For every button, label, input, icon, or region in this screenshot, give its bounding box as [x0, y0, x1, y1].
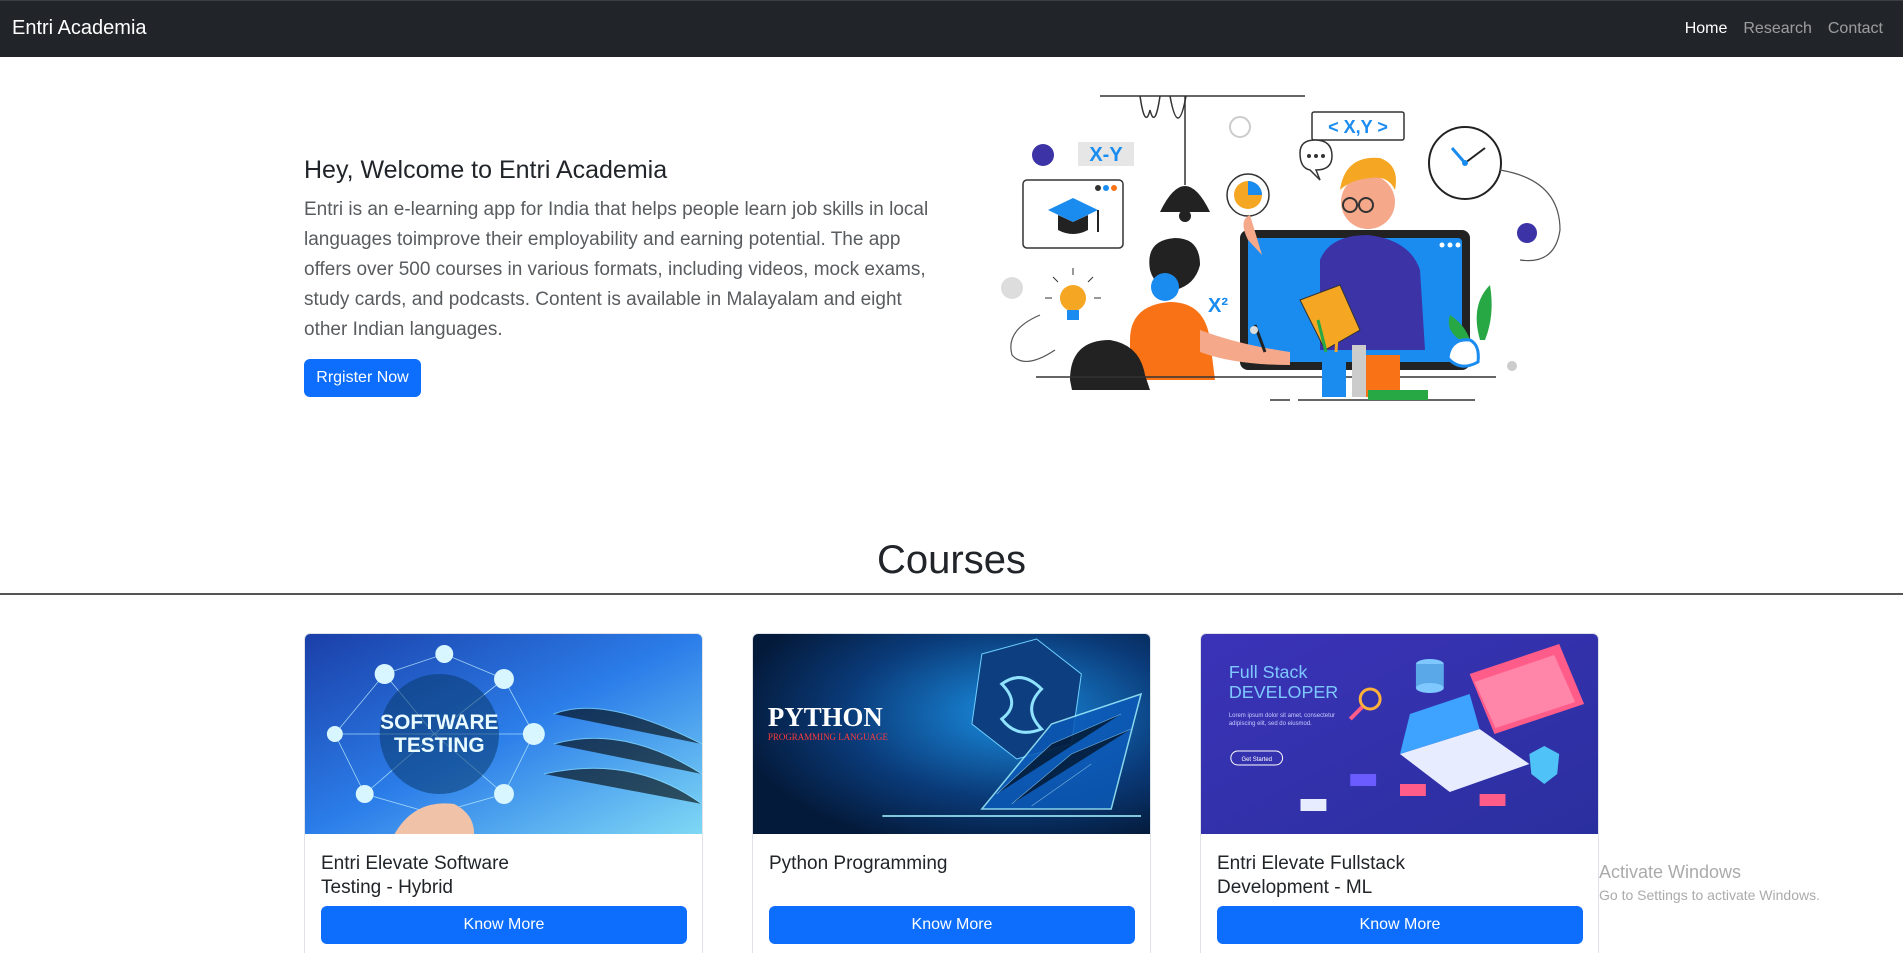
hero-lead: Entri is an e-learning app for India tha…: [304, 199, 929, 340]
watermark-subtitle: Go to Settings to activate Windows.: [1599, 887, 1820, 903]
courses-title: Courses: [877, 538, 1026, 582]
nav-links: Home Research Contact: [1685, 20, 1883, 38]
software-testing-image-text-1: SOFTWARE: [380, 711, 498, 734]
course-image-fullstack: Full Stack DEVELOPER Lorem ipsum dolor s…: [1201, 634, 1598, 834]
fullstack-image-text-4: Get Started: [1241, 757, 1271, 763]
section-divider: [0, 593, 1903, 595]
software-testing-image-text-2: TESTING: [394, 734, 485, 757]
illustration-label-x-squared: X²: [1208, 295, 1228, 317]
nav-link-contact[interactable]: Contact: [1828, 20, 1883, 38]
navbar-brand[interactable]: Entri Academia: [12, 17, 147, 40]
know-more-button[interactable]: Know More: [321, 906, 687, 944]
windows-activation-watermark: Activate Windows Go to Settings to activ…: [1599, 862, 1820, 903]
illustration-label-xy-pair: < X,Y >: [1328, 117, 1388, 137]
course-title: Entri Elevate Software Testing - Hybrid: [321, 853, 509, 898]
know-more-button[interactable]: Know More: [769, 906, 1135, 944]
fullstack-image-text-1: Full Stack: [1229, 662, 1308, 682]
hero-title: Hey, Welcome to Entri Academia: [304, 156, 668, 184]
clock-icon: [1428, 126, 1502, 200]
navbar: Entri Academia Home Research Contact: [0, 0, 1903, 57]
python-image-text-1: PYTHON: [768, 702, 883, 732]
know-more-button[interactable]: Know More: [1217, 906, 1583, 944]
python-image-text-2: PROGRAMMING LANGUAGE: [768, 732, 889, 742]
fullstack-image-text-2: DEVELOPER: [1229, 682, 1338, 702]
lightbulb-icon: [1045, 268, 1101, 320]
course-image-python: PYTHON PROGRAMMING LANGUAGE: [753, 634, 1150, 834]
hero-text: Hey, Welcome to Entri Academia Entri is …: [304, 156, 944, 345]
illustration-label-x-minus-y: X-Y: [1089, 144, 1123, 166]
course-card-fullstack: Full Stack DEVELOPER Lorem ipsum dolor s…: [1200, 633, 1599, 953]
watermark-title: Activate Windows: [1599, 862, 1742, 882]
course-image-software-testing: SOFTWARE TESTING: [305, 634, 702, 834]
course-card-software-testing: SOFTWARE TESTING Entri Elevate Software …: [304, 633, 703, 953]
nav-link-research[interactable]: Research: [1743, 20, 1811, 38]
course-card-python: PYTHON PROGRAMMING LANGUAGE Python Progr…: [752, 633, 1151, 953]
graduation-cap-icon: [1022, 179, 1124, 249]
nav-link-home[interactable]: Home: [1685, 20, 1728, 38]
course-title: Entri Elevate Fullstack Development - ML: [1217, 853, 1405, 898]
course-title: Python Programming: [769, 853, 948, 874]
fullstack-image-text-3: Lorem ipsum dolor sit amet, consectetur …: [1228, 713, 1336, 727]
register-button[interactable]: Rrgister Now: [304, 359, 421, 397]
hero-illustration: X-Y < X,Y > X²: [1001, 95, 1561, 401]
